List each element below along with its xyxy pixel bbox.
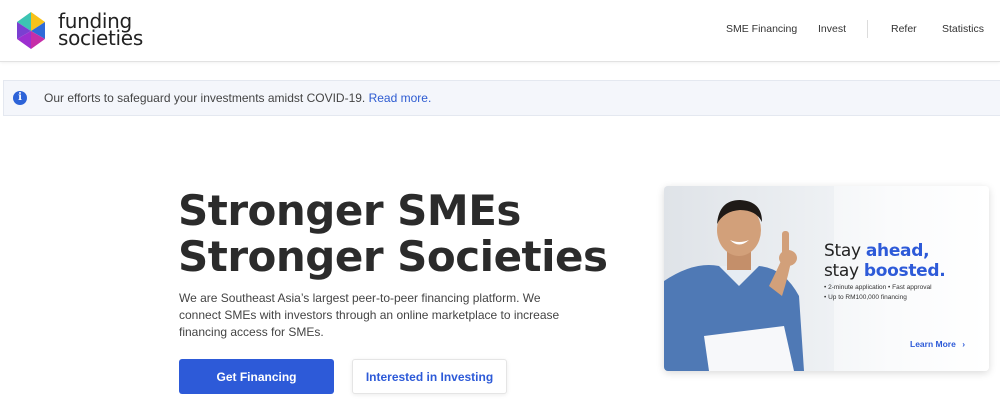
promo-headline-line1: Stay ahead, [824, 241, 930, 261]
smiling-man-photo [664, 186, 834, 371]
main-nav: SME Financing Invest Refer Statistics [0, 20, 1000, 38]
nav-item-statistics[interactable]: Statistics [942, 23, 984, 35]
promo-highlight-boosted: boosted. [863, 261, 946, 281]
read-more-link[interactable]: Read more. [369, 91, 432, 105]
promo-bullet-1: • 2-minute application • Fast approval [824, 284, 932, 291]
promo-bullet-2: • Up to RM100,000 financing [824, 294, 907, 301]
nav-item-sme-financing[interactable]: SME Financing [726, 23, 797, 35]
hero-description: We are Southeast Asia’s largest peer-to-… [179, 291, 560, 339]
get-financing-button[interactable]: Get Financing [179, 359, 334, 394]
nav-divider [867, 20, 868, 38]
promo-banner[interactable]: Stay ahead, stay boosted. • 2-minute app… [664, 186, 989, 371]
nav-item-invest[interactable]: Invest [818, 23, 846, 35]
interested-in-investing-button[interactable]: Interested in Investing [352, 359, 507, 394]
covid-notice-bar: i Our efforts to safeguard your investme… [3, 80, 1000, 116]
notice-message: Our efforts to safeguard your investment… [44, 91, 369, 105]
hero-title-line2: Stronger Societies [178, 232, 608, 281]
chevron-right-icon: › [962, 339, 966, 349]
promo-highlight-ahead: ahead, [865, 241, 930, 261]
learn-more-link[interactable]: Learn More › [910, 339, 965, 349]
hero-title-line1: Stronger SMEs [178, 186, 521, 235]
nav-item-refer[interactable]: Refer [891, 23, 917, 35]
promo-bullets: • 2-minute application • Fast approval •… [824, 283, 932, 303]
info-icon: i [13, 91, 27, 105]
promo-headline: Stay ahead, stay boosted. [824, 241, 946, 281]
notice-text: Our efforts to safeguard your investment… [44, 91, 431, 105]
hero-title: Stronger SMEs Stronger Societies [178, 188, 608, 280]
promo-headline-line2: stay boosted. [824, 261, 946, 281]
learn-more-label: Learn More [910, 339, 956, 349]
site-header: funding societies SME Financing Invest R… [0, 0, 1000, 62]
